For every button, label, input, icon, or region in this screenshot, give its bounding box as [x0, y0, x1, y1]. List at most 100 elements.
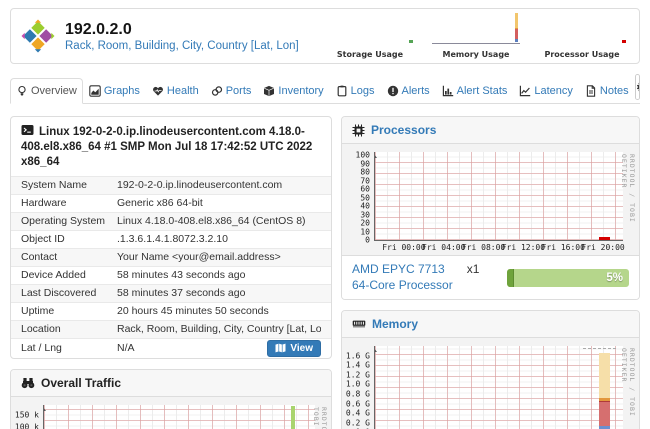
- cpu-usage-fill: [507, 269, 514, 287]
- overall-traffic-graph[interactable]: 150 k100 k50 k0 RRDTOOL / TOBI OETIKER: [11, 397, 331, 429]
- y-tick-label: 0.6 G: [346, 399, 370, 408]
- y-tick-label: 1.2 G: [346, 370, 370, 379]
- cpu-model-link[interactable]: AMD EPYC 7713: [352, 262, 445, 278]
- processors-graph[interactable]: 1009080706050403020100 Fri 00:00Fri 04:0…: [342, 144, 639, 255]
- row-value: Rack, Room, Building, City, Country [Lat…: [117, 323, 321, 336]
- tab-logs[interactable]: Logs: [330, 78, 381, 104]
- device-info-table: System Name192-0-2-0.ip.linodeuserconten…: [11, 176, 331, 358]
- row-label: Operating System: [21, 215, 117, 228]
- x-tick-label: Fri 20:00: [581, 243, 624, 252]
- tab-notes[interactable]: Notes: [579, 78, 635, 104]
- processors-panel: Processors 1009080706050403020100 Fri 00…: [341, 116, 640, 300]
- y-axis: 1009080706050403020100: [344, 152, 374, 240]
- tab-label: Inventory: [278, 85, 323, 97]
- row-label: Contact: [21, 251, 117, 264]
- y-tick-label: 1.6 G: [346, 351, 370, 360]
- y-tick-label: 0.8 G: [346, 389, 370, 398]
- memory-usage-mini-graph: [432, 13, 520, 44]
- data-bar: [515, 39, 519, 43]
- row-value: 58 minutes 37 seconds ago: [117, 287, 321, 300]
- row-value: .1.3.6.1.4.1.8072.3.2.10: [117, 233, 321, 246]
- memory-ram-icon: [352, 318, 366, 330]
- line-chart-icon: [519, 85, 531, 97]
- main-content: Linux 192-0-2-0.ip.linodeusercontent.com…: [10, 116, 640, 429]
- librenms-device-overview: 192.0.2.0 Rack, Room, Building, City, Co…: [0, 0, 650, 429]
- tab-label: Notes: [600, 85, 629, 97]
- view-button[interactable]: View: [267, 340, 321, 357]
- memory-usage-sparkline[interactable]: Memory Usage: [431, 13, 521, 60]
- row-value: Generic x86 64-bit: [117, 197, 321, 210]
- device-info-row-hardware: HardwareGeneric x86 64-bit: [11, 194, 331, 212]
- storage-usage-sparkline[interactable]: Storage Usage: [325, 14, 415, 60]
- y-tick-label: 1.0 G: [346, 380, 370, 389]
- terminal-icon: [21, 124, 34, 136]
- tab-ports[interactable]: Ports: [205, 78, 258, 104]
- tab-label: Graphs: [104, 85, 140, 97]
- sparkline-label: Storage Usage: [337, 50, 403, 59]
- tab-bar: Overview Graphs Health Ports Inventory Logs Al…: [10, 74, 640, 104]
- row-label: Hardware: [21, 197, 117, 210]
- map-icon: [275, 343, 286, 353]
- lightbulb-icon: [16, 85, 28, 97]
- tabs-list: Overview Graphs Health Ports Inventory Logs Al…: [10, 78, 635, 103]
- clipboard-icon: [336, 85, 348, 97]
- data-bar: [599, 398, 609, 400]
- tab-latency[interactable]: Latency: [513, 78, 579, 104]
- sparkline-label: Processor Usage: [544, 50, 619, 59]
- processor-usage-sparkline[interactable]: Processor Usage: [537, 14, 627, 60]
- row-label: Uptime: [21, 305, 117, 318]
- tab-overview[interactable]: Overview: [10, 78, 83, 104]
- overall-traffic-panel: Overall Traffic 150 k100 k50 k0 RRDTOOL …: [10, 369, 332, 429]
- rrdtool-watermark: RRDTOOL / TOBI OETIKER: [312, 407, 328, 429]
- tab-label: Alerts: [402, 85, 430, 97]
- settings-gear-button[interactable]: ⚙: [636, 75, 640, 99]
- row-value: Linux 4.18.0-408.el8.x86_64 (CentOS 8): [117, 215, 321, 228]
- x-tick-label: Fri 04:00: [422, 243, 465, 252]
- tab-controls: ⚙ ⋮: [635, 74, 640, 100]
- row-value: 192-0-2-0.ip.linodeusercontent.com: [117, 179, 321, 192]
- device-info-row-last-discovered: Last Discovered58 minutes 37 seconds ago: [11, 284, 331, 302]
- x-tick-label: Fri 08:00: [462, 243, 505, 252]
- row-label: Location: [21, 323, 117, 336]
- data-bar: [599, 402, 609, 426]
- data-bar: [291, 406, 295, 429]
- tab-health[interactable]: Health: [146, 78, 205, 104]
- tab-graphs[interactable]: Graphs: [83, 78, 146, 104]
- y-tick-label: 0.4 G: [346, 409, 370, 418]
- bar-chart-icon: [442, 85, 454, 97]
- data-bar: [599, 353, 609, 398]
- tab-label: Health: [167, 85, 199, 97]
- note-icon: [585, 85, 597, 97]
- tab-alerts[interactable]: Alerts: [381, 78, 436, 104]
- tab-alert-stats[interactable]: Alert Stats: [436, 78, 514, 104]
- device-info-row-location: LocationRack, Room, Building, City, Coun…: [11, 320, 331, 338]
- tab-label: Latency: [534, 85, 573, 97]
- memory-graph[interactable]: 1.6 G1.4 G1.2 G1.0 G0.8 G0.6 G0.4 G0.2 G…: [342, 338, 639, 429]
- row-label: Device Added: [21, 269, 117, 282]
- left-column: Linux 192-0-2-0.ip.linodeusercontent.com…: [10, 116, 332, 429]
- memory-header: Memory: [342, 311, 639, 338]
- data-bar: [515, 13, 519, 28]
- row-value: N/A: [117, 342, 267, 355]
- row-value: 58 minutes 43 seconds ago: [117, 269, 321, 282]
- memory-panel: Memory 1.6 G1.4 G1.2 G1.0 G0.8 G0.6 G0.4…: [341, 310, 640, 429]
- device-info-row-system-name: System Name192-0-2-0.ip.linodeuserconten…: [11, 176, 331, 194]
- device-info-row-object-id: Object ID.1.3.6.1.4.1.8072.3.2.10: [11, 230, 331, 248]
- heart-icon: [152, 85, 164, 97]
- tab-label: Overview: [31, 85, 77, 97]
- tab-inventory[interactable]: Inventory: [257, 78, 329, 104]
- cpu-chip-icon: [352, 124, 365, 137]
- x-tick-label: Fri 12:00: [502, 243, 545, 252]
- box-icon: [263, 85, 275, 97]
- alert-circle-icon: [387, 85, 399, 97]
- cpu-usage-bar: 5%: [507, 269, 629, 287]
- plot-area: [374, 152, 623, 241]
- cpu-description-link[interactable]: 64-Core Processor: [352, 278, 453, 292]
- device-info-row-device-added: Device Added58 minutes 43 seconds ago: [11, 266, 331, 284]
- tab-label: Alert Stats: [457, 85, 508, 97]
- device-location-link[interactable]: Rack, Room, Building, City, Country [Lat…: [65, 40, 299, 52]
- rrdtool-watermark: RRDTOOL / TOBI OETIKER: [620, 348, 636, 429]
- link-icon: [211, 85, 223, 97]
- panel-title: Overall Traffic: [41, 376, 121, 390]
- device-identity: 192.0.2.0 Rack, Room, Building, City, Co…: [65, 20, 299, 51]
